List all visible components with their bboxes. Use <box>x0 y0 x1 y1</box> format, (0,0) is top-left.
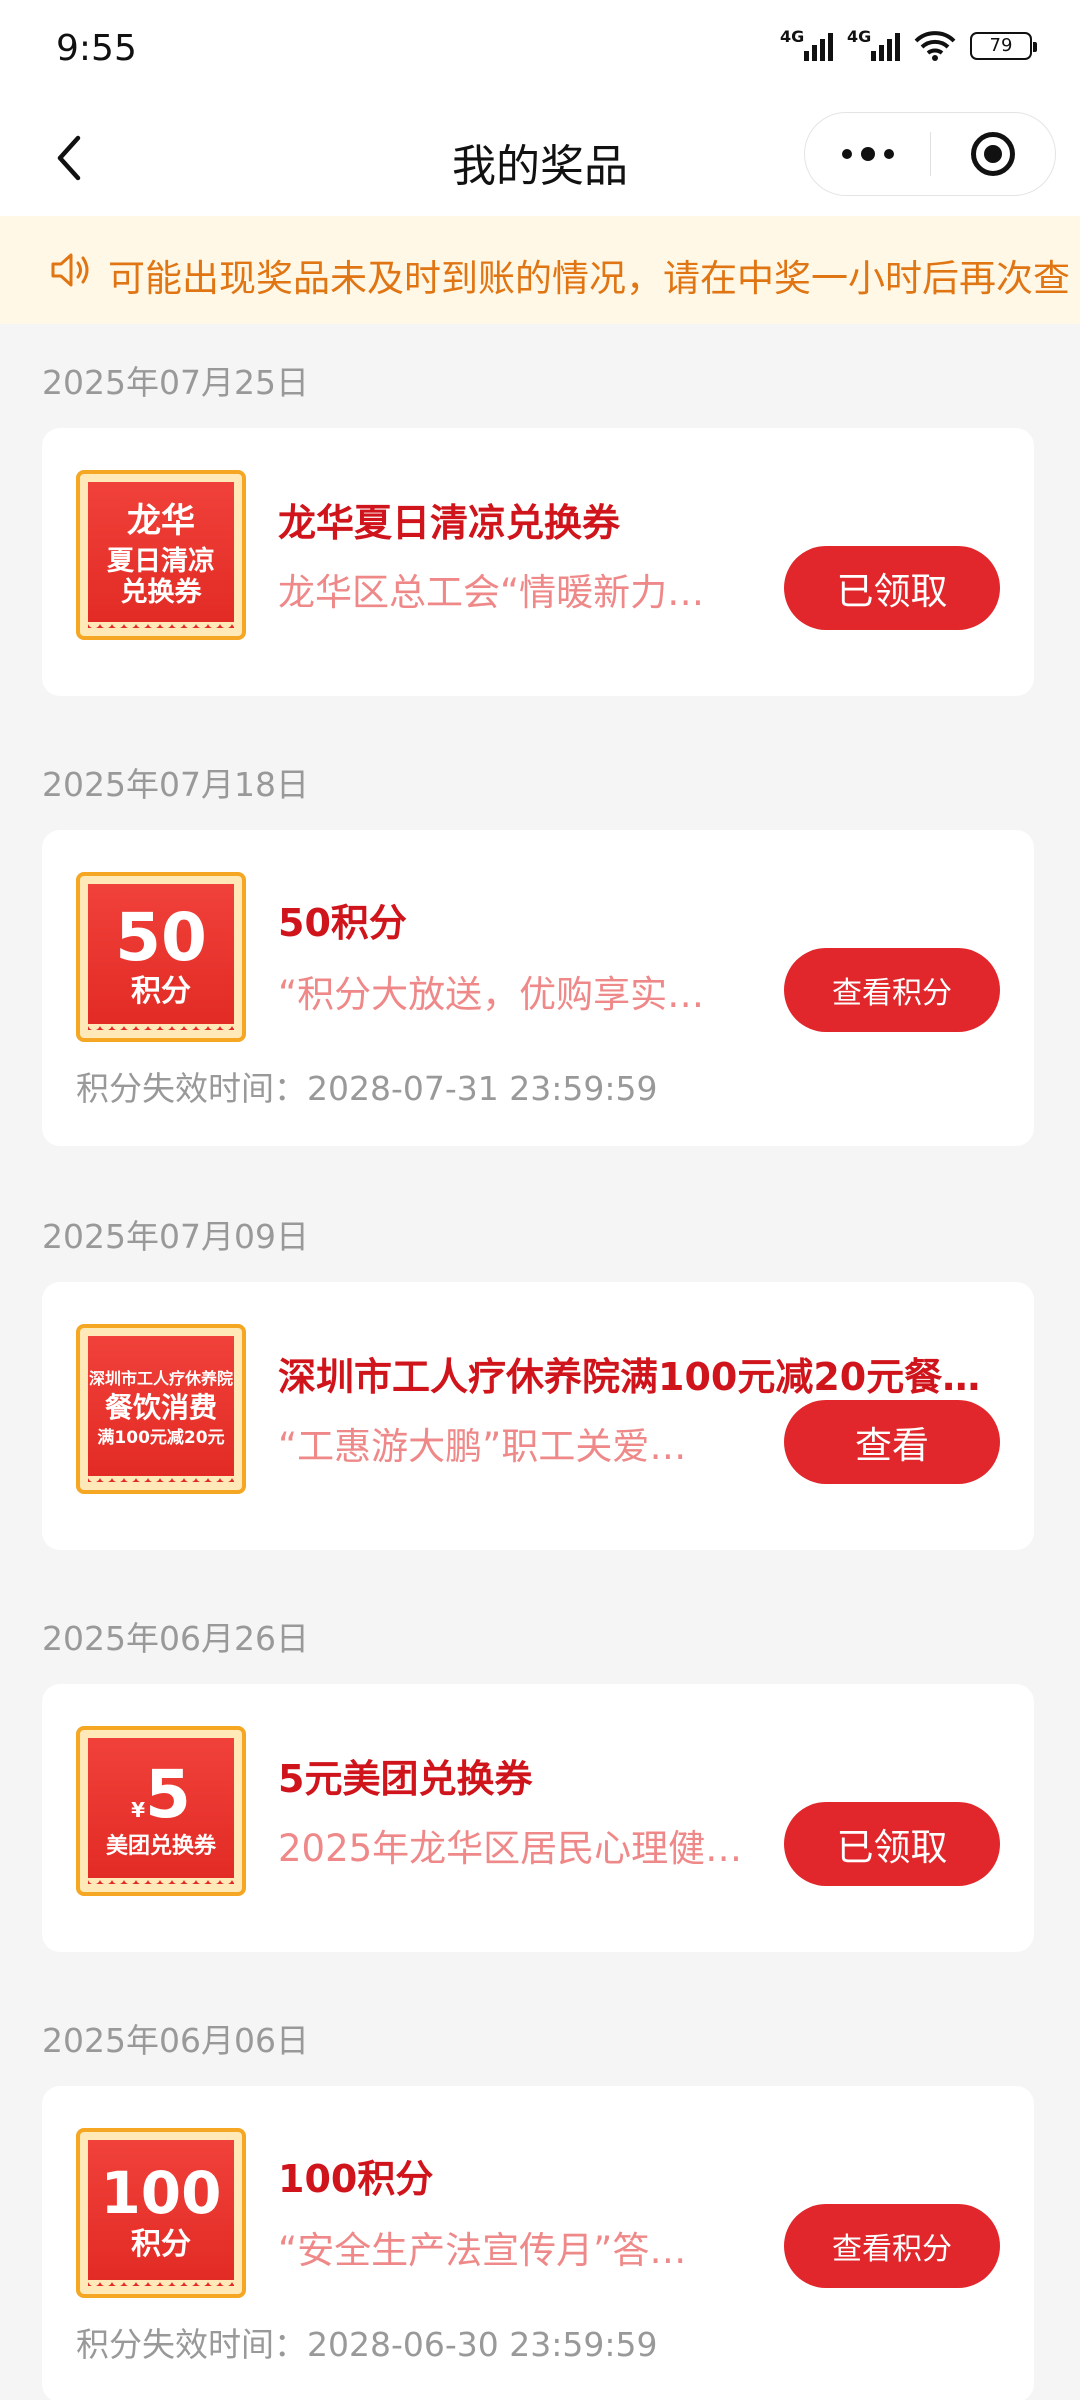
wifi-icon <box>914 30 956 62</box>
prize-description: “积分大放送，优购享实… <box>278 973 705 1016</box>
prize-title: 5元美团兑换券 <box>278 1757 533 1801</box>
thumb-text: 美团兑换券 <box>105 1834 216 1860</box>
status-icons: 4G 4G 79 <box>780 27 1037 62</box>
prize-date: 2025年07月25日 <box>42 363 309 402</box>
claimed-button[interactable]: 已领取 <box>784 546 1000 630</box>
prize-card: ¥ 5 美团兑换券 5元美团兑换券 2025年龙华区居民心理健… 已领取 <box>42 1684 1034 1952</box>
prize-date: 2025年07月09日 <box>42 1217 309 1256</box>
prize-title: 50积分 <box>278 901 407 945</box>
prize-date: 2025年06月06日 <box>42 2021 309 2060</box>
thumb-text: 50 <box>115 898 207 976</box>
status-bar: 9:55 4G 4G 79 <box>0 0 1080 100</box>
signal-icon: 4G <box>780 27 833 61</box>
prize-description: 2025年龙华区居民心理健… <box>278 1827 743 1870</box>
close-button[interactable] <box>931 113 1055 195</box>
view-points-button[interactable]: 查看积分 <box>784 948 1000 1032</box>
prize-date: 2025年06月26日 <box>42 1619 309 1658</box>
status-time: 9:55 <box>56 28 137 69</box>
prize-card: 50 积分 50积分 “积分大放送，优购享实… 查看积分 积分失效时间：2028… <box>42 830 1034 1146</box>
thumb-text: 深圳市工人疗休养院 <box>88 1368 233 1388</box>
signal-icon: 4G <box>847 27 900 61</box>
thumb-text: 夏日清凉 <box>107 545 215 577</box>
expiry-text: 积分失效时间：2028-06-30 23:59:59 <box>76 2325 658 2364</box>
prize-card: 深圳市工人疗休养院 餐饮消费 满100元减20元 深圳市工人疗休养院满100元减… <box>42 1282 1034 1550</box>
prize-title: 深圳市工人疗休养院满100元减20元餐… <box>278 1355 981 1399</box>
prize-description: 龙华区总工会“情暖新力… <box>278 571 705 614</box>
network-label: 4G <box>847 27 872 46</box>
more-button[interactable] <box>805 113 930 195</box>
prize-title: 龙华夏日清凉兑换券 <box>278 501 621 545</box>
view-button[interactable]: 查看 <box>784 1400 1000 1484</box>
view-points-button[interactable]: 查看积分 <box>784 2204 1000 2288</box>
thumb-text: 满100元减20元 <box>97 1427 225 1448</box>
nav-bar: 我的奖品 <box>0 100 1080 216</box>
notice-bar: 可能出现奖品未及时到账的情况，请在中奖一小时后再次查 <box>0 216 1080 324</box>
mini-program-capsule <box>804 112 1056 196</box>
expiry-text: 积分失效时间：2028-07-31 23:59:59 <box>76 1069 658 1108</box>
prize-thumbnail: 50 积分 <box>76 872 246 1042</box>
thumb-text: 龙华 <box>127 501 195 542</box>
thumb-text: ¥ <box>131 1798 145 1823</box>
claimed-button[interactable]: 已领取 <box>784 1802 1000 1886</box>
prize-description: “安全生产法宣传月”答… <box>278 2229 687 2272</box>
thumb-text: 积分 <box>131 2226 191 2262</box>
prize-title: 100积分 <box>278 2157 434 2201</box>
notice-text: 可能出现奖品未及时到账的情况，请在中奖一小时后再次查 <box>108 257 1070 300</box>
thumb-text: 兑换券 <box>120 576 202 608</box>
prize-thumbnail: 龙华 夏日清凉 兑换券 <box>76 470 246 640</box>
prize-thumbnail: 100 积分 <box>76 2128 246 2298</box>
battery-icon: 79 <box>970 32 1037 60</box>
prize-thumbnail: 深圳市工人疗休养院 餐饮消费 满100元减20元 <box>76 1324 246 1494</box>
thumb-text: 积分 <box>131 973 191 1009</box>
prize-description: “工惠游大鹏”职工关爱… <box>278 1425 687 1468</box>
thumb-text: 餐饮消费 <box>104 1391 217 1425</box>
thumb-text: 5 <box>144 1756 191 1834</box>
target-close-icon <box>971 132 1015 176</box>
prize-thumbnail: ¥ 5 美团兑换券 <box>76 1726 246 1896</box>
more-dots-icon <box>841 149 852 159</box>
speaker-icon <box>51 253 89 287</box>
prize-date: 2025年07月18日 <box>42 765 309 804</box>
prize-card: 100 积分 100积分 “安全生产法宣传月”答… 查看积分 积分失效时间：20… <box>42 2086 1034 2400</box>
prize-card: 龙华 夏日清凉 兑换券 龙华夏日清凉兑换券 龙华区总工会“情暖新力… 已领取 <box>42 428 1034 696</box>
thumb-text: 100 <box>100 2158 222 2227</box>
network-label: 4G <box>780 27 805 46</box>
